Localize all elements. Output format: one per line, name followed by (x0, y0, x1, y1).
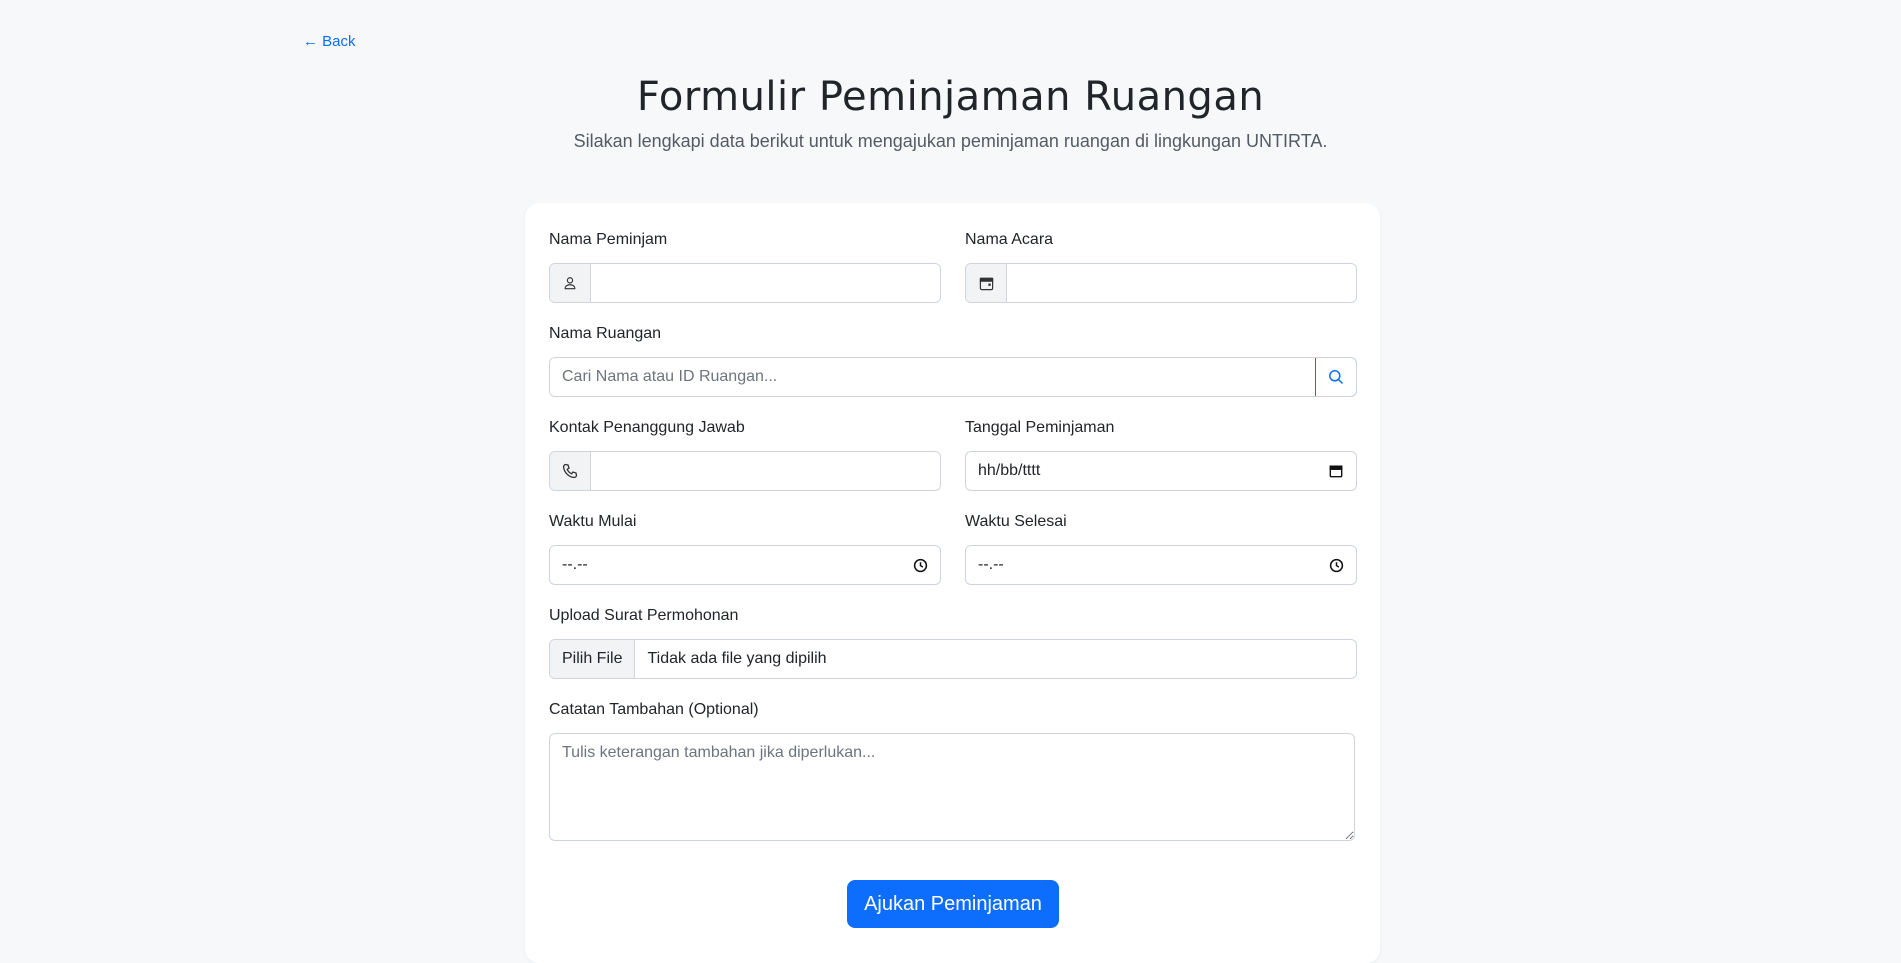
person-icon (550, 264, 591, 302)
choose-file-button[interactable]: Pilih File (550, 640, 636, 678)
start-time-field: Waktu Mulai --.-- (549, 511, 941, 585)
borrower-name-label: Nama Peminjam (549, 231, 668, 248)
room-search-button[interactable] (1315, 358, 1356, 396)
borrower-name-group (549, 263, 941, 303)
form-card: Nama Peminjam Nama Acara Nama Ruangan Ko… (525, 203, 1380, 963)
page-title: Formulir Peminjaman Ruangan (636, 74, 1265, 120)
end-time-input[interactable]: --.-- (965, 545, 1357, 585)
file-status: Tidak ada file yang dipilih (647, 650, 827, 667)
contact-group (549, 451, 941, 491)
event-name-label: Nama Acara (965, 231, 1054, 248)
end-time-label: Waktu Selesai (965, 513, 1067, 530)
file-input[interactable]: Pilih File Tidak ada file yang dipilih (549, 639, 1357, 679)
event-name-field: Nama Acara (965, 229, 1357, 303)
date-value: hh/bb/tttt (978, 462, 1041, 479)
contact-input[interactable] (591, 452, 940, 490)
clock-icon[interactable] (1316, 546, 1356, 584)
upload-label: Upload Surat Permohonan (549, 607, 739, 624)
notes-field: Catatan Tambahan (Optional) (549, 699, 1357, 843)
calendar-icon[interactable] (1316, 452, 1356, 490)
event-name-group (965, 263, 1357, 303)
date-label: Tanggal Peminjaman (965, 419, 1115, 436)
event-name-input[interactable] (1007, 264, 1356, 302)
borrower-name-input[interactable] (591, 264, 940, 302)
search-icon (1329, 370, 1344, 385)
room-name-label: Nama Ruangan (549, 325, 662, 342)
phone-icon (550, 452, 591, 490)
start-time-label: Waktu Mulai (549, 513, 637, 530)
start-time-input[interactable]: --.-- (549, 545, 941, 585)
clock-icon[interactable] (900, 546, 940, 584)
page-subtitle: Silakan lengkapi data berikut untuk meng… (573, 131, 1328, 151)
room-name-field: Nama Ruangan (549, 323, 1357, 397)
room-search-group (549, 357, 1357, 397)
contact-label: Kontak Penanggung Jawab (549, 419, 745, 436)
date-input[interactable]: hh/bb/tttt (965, 451, 1357, 491)
back-link[interactable]: ← Back (303, 33, 356, 50)
date-field: Tanggal Peminjaman hh/bb/tttt (965, 417, 1357, 491)
calendar-icon (966, 264, 1007, 302)
contact-field: Kontak Penanggung Jawab (549, 417, 941, 491)
borrower-name-field: Nama Peminjam (549, 229, 941, 303)
notes-textarea[interactable] (549, 733, 1355, 841)
notes-label: Catatan Tambahan (Optional) (549, 701, 759, 718)
upload-field: Upload Surat Permohonan Pilih File Tidak… (549, 605, 1357, 679)
end-time-value: --.-- (978, 556, 1004, 573)
room-search-input[interactable] (550, 358, 1315, 396)
end-time-field: Waktu Selesai --.-- (965, 511, 1357, 585)
start-time-value: --.-- (562, 556, 588, 573)
submit-button[interactable]: Ajukan Peminjaman (847, 880, 1059, 928)
